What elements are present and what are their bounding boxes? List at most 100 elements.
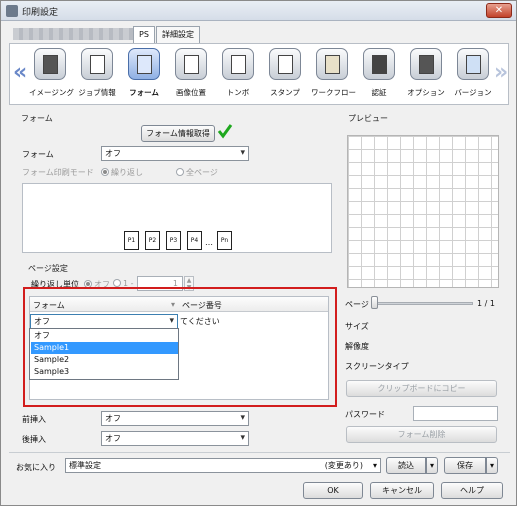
scroll-left-icon[interactable]: « bbox=[13, 60, 27, 85]
tool-job-info[interactable]: ジョブ情報 bbox=[76, 48, 118, 104]
page-thumb: P4 bbox=[187, 231, 202, 250]
cancel-button[interactable]: キャンセル bbox=[370, 482, 434, 499]
tool-label: フォーム bbox=[129, 88, 159, 97]
tool-imaging[interactable]: イメージング bbox=[29, 48, 74, 104]
preview-title: プレビュー bbox=[348, 114, 388, 123]
help-button[interactable]: ヘルプ bbox=[441, 482, 503, 499]
password-label: パスワード bbox=[345, 410, 385, 419]
form-pages-preview: P1 P2 P3 P4 … Pn bbox=[22, 183, 332, 253]
tool-label: スタンプ bbox=[270, 88, 300, 97]
mode-all-pages-radio[interactable]: 全ページ bbox=[176, 167, 218, 178]
dropdown-option[interactable]: オフ bbox=[31, 330, 178, 342]
save-menu-arrow-icon[interactable]: ▾ bbox=[486, 457, 498, 474]
front-insert-label: 前挿入 bbox=[22, 415, 46, 424]
page-settings-title: ページ設定 bbox=[28, 264, 68, 273]
save-button[interactable]: 保存 bbox=[444, 457, 486, 474]
title-bar[interactable]: 印刷設定 ✕ bbox=[1, 1, 516, 21]
mode-repeat-label: 繰り返し bbox=[111, 168, 143, 177]
tool-workflow[interactable]: ワークフロー bbox=[311, 48, 356, 104]
favorites-label: お気に入り bbox=[16, 463, 56, 472]
window-title: 印刷設定 bbox=[22, 8, 59, 18]
tool-stamp[interactable]: スタンプ bbox=[264, 48, 306, 104]
tool-crop-marks[interactable]: トンボ bbox=[217, 48, 259, 104]
ellipsis: … bbox=[205, 238, 213, 247]
stamp-icon bbox=[269, 48, 301, 80]
get-form-info-button[interactable]: フォーム情報取得 bbox=[141, 125, 215, 142]
tool-version[interactable]: バージョン bbox=[452, 48, 494, 104]
col-page-number-header: ページ番号 bbox=[182, 301, 222, 310]
password-input[interactable] bbox=[413, 406, 498, 421]
tool-option[interactable]: オプション bbox=[405, 48, 447, 104]
dropdown-option[interactable]: Sample1 bbox=[31, 342, 178, 354]
page-thumb: P2 bbox=[145, 231, 160, 250]
tool-image-position[interactable]: 画像位置 bbox=[170, 48, 212, 104]
load-button[interactable]: 読込 bbox=[386, 457, 426, 474]
mode-all-pages-label: 全ページ bbox=[186, 168, 218, 177]
imaging-icon bbox=[34, 48, 66, 80]
tool-label: ジョブ情報 bbox=[78, 88, 116, 97]
radio-icon bbox=[176, 168, 184, 176]
form-dropdown-list: オフ Sample1 Sample2 Sample3 bbox=[29, 328, 179, 380]
tab-ps[interactable]: PS bbox=[133, 26, 155, 43]
row-page-number-cell[interactable]: てください bbox=[180, 316, 220, 327]
print-mode-label: フォーム印刷モード bbox=[22, 168, 94, 177]
sort-icon: ▾ bbox=[171, 300, 176, 309]
delete-form-button[interactable]: フォーム削除 bbox=[346, 426, 497, 443]
check-icon bbox=[217, 124, 233, 139]
printer-icon bbox=[6, 5, 18, 17]
favorites-select[interactable]: 標準設定 (変更あり) ▾ bbox=[65, 458, 381, 473]
workflow-icon bbox=[316, 48, 348, 80]
chevron-down-icon: ▾ bbox=[372, 461, 377, 470]
tool-form[interactable]: フォーム bbox=[123, 48, 165, 104]
auth-icon bbox=[363, 48, 395, 80]
page-thumb: P1 bbox=[124, 231, 139, 250]
mode-repeat-radio[interactable]: 繰り返し bbox=[101, 167, 143, 178]
resolution-label: 解像度 bbox=[345, 342, 369, 351]
function-toolbar: « イメージング ジョブ情報 フォーム 画像位置 トンボ スタンプ ワークフロー bbox=[9, 43, 509, 105]
version-icon bbox=[457, 48, 489, 80]
form-label: フォーム bbox=[22, 150, 54, 159]
scroll-right-icon[interactable]: » bbox=[494, 60, 508, 85]
close-button[interactable]: ✕ bbox=[486, 3, 512, 18]
row-form-select[interactable]: オフ bbox=[30, 314, 178, 329]
page-slider-track[interactable] bbox=[373, 302, 473, 305]
tool-auth[interactable]: 認証 bbox=[358, 48, 400, 104]
page-thumb: P3 bbox=[166, 231, 181, 250]
front-insert-select[interactable]: オフ bbox=[101, 411, 249, 426]
radio-icon bbox=[113, 279, 121, 287]
size-label: サイズ bbox=[345, 322, 369, 331]
load-menu-arrow-icon[interactable]: ▾ bbox=[426, 457, 438, 474]
ok-button[interactable]: OK bbox=[303, 482, 363, 499]
col-form-header: フォーム bbox=[33, 301, 65, 310]
page-slider-thumb[interactable] bbox=[371, 296, 378, 309]
crop-marks-icon bbox=[222, 48, 254, 80]
back-insert-select[interactable]: オフ bbox=[101, 431, 249, 446]
tool-label: 認証 bbox=[371, 88, 387, 97]
tool-label: イメージング bbox=[29, 88, 74, 97]
form-select[interactable]: オフ bbox=[101, 146, 249, 161]
favorites-value: 標準設定 bbox=[69, 461, 101, 470]
job-info-icon bbox=[81, 48, 113, 80]
dropdown-option[interactable]: Sample2 bbox=[31, 354, 178, 366]
print-settings-dialog: 印刷設定 ✕ PS 詳細設定 « イメージング ジョブ情報 フォーム 画像位置 … bbox=[0, 0, 517, 506]
preview-grid bbox=[347, 135, 499, 288]
tool-label: 画像位置 bbox=[176, 88, 206, 97]
changed-note: (変更あり) bbox=[324, 461, 363, 470]
screen-type-label: スクリーンタイプ bbox=[345, 362, 409, 371]
printer-model-tab[interactable] bbox=[13, 28, 145, 40]
table-header: フォーム ▾ ページ番号 bbox=[30, 297, 328, 312]
form-group-title: フォーム bbox=[21, 114, 53, 123]
tool-label: バージョン bbox=[454, 88, 492, 97]
page-value: 1 / 1 bbox=[477, 299, 495, 308]
dropdown-option[interactable]: Sample3 bbox=[31, 366, 178, 378]
tool-label: トンボ bbox=[226, 88, 250, 97]
copy-to-clipboard-button[interactable]: クリップボードにコピー bbox=[346, 380, 497, 397]
tab-advanced[interactable]: 詳細設定 bbox=[156, 26, 200, 43]
back-insert-label: 後挿入 bbox=[22, 435, 46, 444]
radio-icon bbox=[101, 168, 109, 176]
tool-label: オプション bbox=[407, 88, 445, 97]
tool-label: ワークフロー bbox=[311, 88, 356, 97]
page-thumb: Pn bbox=[217, 231, 232, 250]
page-label: ページ bbox=[345, 300, 369, 309]
image-position-icon bbox=[175, 48, 207, 80]
